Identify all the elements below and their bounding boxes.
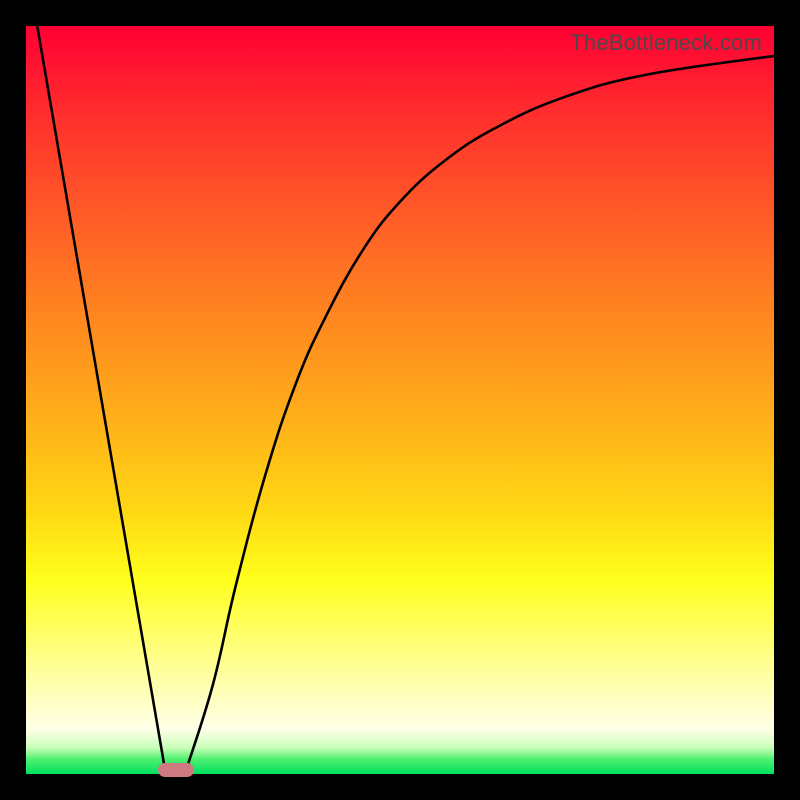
right-ascent-curve [186, 56, 774, 770]
curve-layer [26, 26, 774, 774]
plot-area: TheBottleneck.com [26, 26, 774, 774]
optimum-marker [158, 763, 194, 777]
chart-frame: TheBottleneck.com [0, 0, 800, 800]
left-descent-line [37, 26, 165, 770]
watermark-text: TheBottleneck.com [570, 30, 762, 56]
